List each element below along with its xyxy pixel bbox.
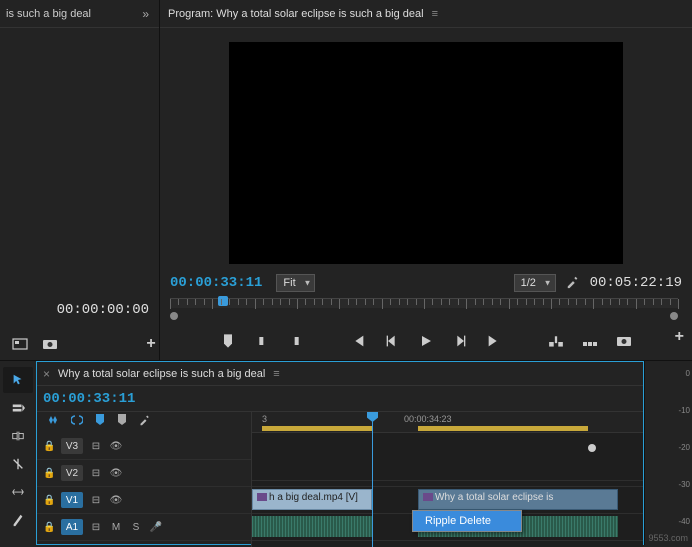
meter-tick: -30 xyxy=(650,480,690,489)
in-out-range[interactable] xyxy=(262,426,372,431)
track-toggle-v1[interactable]: V1 xyxy=(61,492,83,508)
context-menu: Ripple Delete xyxy=(412,510,522,532)
sequence-name[interactable]: Why a total solar eclipse is such a big … xyxy=(58,368,265,380)
go-to-in-icon[interactable] xyxy=(350,333,366,349)
track-header-v2[interactable]: 🔒 V2 ⊟ 👁 xyxy=(37,460,251,487)
lock-icon[interactable]: 🔒 xyxy=(43,522,55,533)
audio-meters: 0 -10 -20 -30 -40 xyxy=(644,361,692,545)
export-frame-icon[interactable] xyxy=(12,336,28,352)
timeline-settings-icon[interactable] xyxy=(139,414,151,429)
time-ruler[interactable]: 3 00:00:34:23 xyxy=(252,412,643,433)
selection-tool[interactable] xyxy=(3,367,33,393)
slip-tool[interactable] xyxy=(3,479,33,505)
scrubber-start-handle[interactable] xyxy=(170,312,178,320)
mark-out-icon[interactable] xyxy=(288,333,304,349)
fx-badge-icon xyxy=(423,493,433,501)
track-header-v3[interactable]: 🔒 V3 ⊟ 👁 xyxy=(37,433,251,460)
eye-icon[interactable]: 👁 xyxy=(109,466,123,480)
track-headers: 🔒 V3 ⊟ 👁 🔒 V2 ⊟ 👁 🔒 V1 ⊟ 👁 xyxy=(37,412,252,547)
track-toggle-v3[interactable]: V3 xyxy=(61,438,83,454)
scrubber-end-handle[interactable] xyxy=(670,312,678,320)
fit-select[interactable]: Fit xyxy=(276,274,315,292)
linked-selection-icon[interactable] xyxy=(71,414,83,429)
settings-icon[interactable] xyxy=(566,275,580,292)
lock-icon[interactable]: 🔒 xyxy=(43,468,55,479)
snapshot-icon[interactable] xyxy=(42,336,58,352)
pen-tool[interactable] xyxy=(3,507,33,533)
sync-lock-icon[interactable]: ⊟ xyxy=(89,493,103,507)
lock-icon[interactable]: 🔒 xyxy=(43,441,55,452)
meter-tick: -40 xyxy=(650,517,690,526)
watermark: 9553.com xyxy=(648,533,688,543)
time-mark: 00:00:34:23 xyxy=(404,414,452,424)
program-duration-timecode: 00:05:22:19 xyxy=(590,275,682,291)
fx-badge-icon xyxy=(257,493,267,501)
meter-tick: 0 xyxy=(650,369,690,378)
meter-tick: -20 xyxy=(650,443,690,452)
add-button-icon[interactable]: + xyxy=(143,336,159,352)
timeline-menu-icon[interactable]: ≡ xyxy=(273,368,279,380)
program-title: Program: Why a total solar eclipse is su… xyxy=(168,8,424,20)
collapse-panel-icon[interactable]: » xyxy=(138,7,153,21)
program-monitor[interactable] xyxy=(229,42,623,264)
eye-icon[interactable]: 👁 xyxy=(109,493,123,507)
snap-icon[interactable] xyxy=(47,414,59,429)
eye-icon[interactable]: 👁 xyxy=(109,439,123,453)
tool-palette xyxy=(0,361,36,545)
source-panel: is such a big deal » 00:00:00:00 + xyxy=(0,0,160,360)
razor-tool[interactable] xyxy=(3,451,33,477)
close-sequence-icon[interactable]: × xyxy=(43,367,50,381)
audio-clip[interactable] xyxy=(252,516,372,537)
out-point-handle[interactable] xyxy=(588,444,596,452)
track-toggle-a1[interactable]: A1 xyxy=(61,519,83,535)
track-header-v1[interactable]: 🔒 V1 ⊟ 👁 xyxy=(37,487,251,514)
resolution-select[interactable]: 1/2 xyxy=(514,274,556,292)
track-header-a1[interactable]: 🔒 A1 ⊟ M S 🎤 xyxy=(37,514,251,541)
transport-controls xyxy=(160,326,692,356)
video-clip[interactable]: Why a total solar eclipse is xyxy=(418,489,618,510)
timeline-marker-icon[interactable] xyxy=(117,414,127,429)
meter-tick: -10 xyxy=(650,406,690,415)
timeline-playhead[interactable] xyxy=(372,412,373,547)
sync-lock-icon[interactable]: ⊟ xyxy=(89,466,103,480)
voice-over-icon[interactable]: 🎤 xyxy=(149,520,163,534)
add-marker-icon[interactable] xyxy=(95,414,105,429)
timeline-clips-area[interactable]: 3 00:00:34:23 h a big deal.mp4 [V] Why a… xyxy=(252,412,643,547)
source-timecode: 00:00:00:00 xyxy=(57,302,149,318)
track-toggle-v2[interactable]: V2 xyxy=(61,465,83,481)
sync-lock-icon[interactable]: ⊟ xyxy=(89,439,103,453)
in-out-range[interactable] xyxy=(418,426,588,431)
play-icon[interactable] xyxy=(418,333,434,349)
program-playhead-timecode[interactable]: 00:00:33:11 xyxy=(170,275,262,291)
export-frame-icon[interactable] xyxy=(616,333,632,349)
program-scrubber[interactable] xyxy=(170,298,678,318)
add-marker-icon[interactable] xyxy=(220,333,236,349)
solo-toggle[interactable]: S xyxy=(129,520,143,534)
track-select-tool[interactable] xyxy=(3,395,33,421)
video-clip[interactable]: h a big deal.mp4 [V] xyxy=(252,489,372,510)
sync-lock-icon[interactable]: ⊟ xyxy=(89,520,103,534)
mute-toggle[interactable]: M xyxy=(109,520,123,534)
panel-menu-icon[interactable]: ≡ xyxy=(432,8,438,20)
go-to-out-icon[interactable] xyxy=(486,333,502,349)
button-editor-icon[interactable]: + xyxy=(675,328,684,346)
scrubber-playhead[interactable] xyxy=(218,296,228,306)
timeline-panel: × Why a total solar eclipse is such a bi… xyxy=(36,361,644,545)
step-forward-icon[interactable] xyxy=(452,333,468,349)
ripple-edit-tool[interactable] xyxy=(3,423,33,449)
step-back-icon[interactable] xyxy=(384,333,400,349)
lock-icon[interactable]: 🔒 xyxy=(43,495,55,506)
source-tab[interactable]: is such a big deal xyxy=(6,8,138,20)
timeline-playhead-timecode[interactable]: 00:00:33:11 xyxy=(43,391,135,407)
time-mark: 3 xyxy=(262,414,267,424)
context-menu-ripple-delete[interactable]: Ripple Delete xyxy=(413,511,521,531)
program-panel: Program: Why a total solar eclipse is su… xyxy=(160,0,692,360)
extract-icon[interactable] xyxy=(582,333,598,349)
mark-in-icon[interactable] xyxy=(254,333,270,349)
lift-icon[interactable] xyxy=(548,333,564,349)
